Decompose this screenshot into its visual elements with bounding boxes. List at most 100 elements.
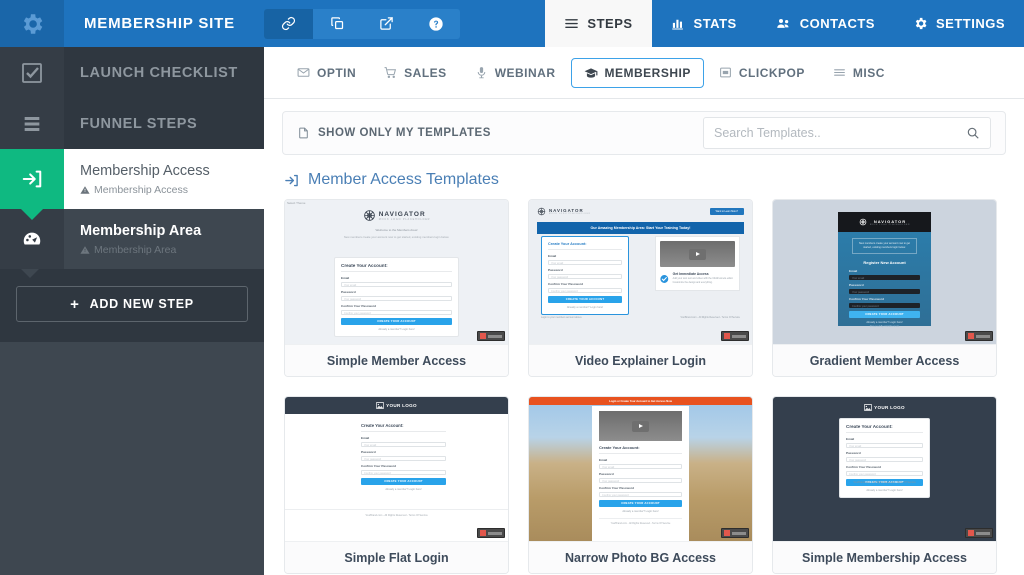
template-card-label: Simple Membership Access xyxy=(773,541,996,573)
thumb-submit-button: CREATE YOUR ACCOUNT xyxy=(361,478,446,485)
thumb-under-button: Already a member? Login here! xyxy=(378,327,415,331)
thumb-logo: NAVIGATOR xyxy=(873,218,907,224)
section-title-text: Member Access Templates xyxy=(308,171,499,188)
tab-misc[interactable]: MISC xyxy=(820,58,898,88)
thumb-field-label: Confirm Your Password xyxy=(846,465,881,469)
thumb-field-input: Your password xyxy=(361,455,446,461)
thumb-form-title: Create Your Account: xyxy=(361,423,446,432)
thumb-field-input: Confirm your password xyxy=(341,309,452,315)
check-circle-icon xyxy=(660,275,669,283)
thumb-field-input: Your password xyxy=(599,477,682,483)
thumb-submit-button: CREATE YOUR ACCOUNT xyxy=(599,500,682,507)
thumb-under-button-2: Powered By ClickFunnels xyxy=(869,324,900,328)
thumb-form-title: Create Your Account: xyxy=(599,441,682,454)
topnav-item-steps[interactable]: STEPS xyxy=(545,0,652,47)
thumb-subline: New members create your account now to g… xyxy=(343,234,450,239)
thumb-field-input: Your email xyxy=(361,441,446,447)
content-area: OPTIN SALES WEBINAR MEMBERSHIP CLICKPOP … xyxy=(264,47,1024,575)
thumb-feature-text: Add your own text and video with the Cli… xyxy=(672,277,734,284)
template-card-video-explainer-login[interactable]: NAVIGATOR MOCK LOGO PLACEHOLDER Want to … xyxy=(528,199,753,377)
template-thumbnail: NAVIGATOR MOCK LOGO PLACEHOLDER Want to … xyxy=(529,200,752,344)
template-card-label: Narrow Photo BG Access xyxy=(529,541,752,573)
thumb-field-input: Your email xyxy=(548,259,622,265)
sidebar-step-membership-access[interactable]: Membership Access Membership Access xyxy=(0,149,264,220)
sidebar-label-funnel-steps: FUNNEL STEPS xyxy=(80,115,198,132)
thumb-form-title: Create Your Account: xyxy=(341,263,452,272)
tab-webinar[interactable]: WEBINAR xyxy=(462,58,569,88)
help-circle-icon[interactable] xyxy=(411,9,460,39)
thumb-under-button: Already a member? Login here! xyxy=(566,305,604,309)
thumb-field-input: Your password xyxy=(548,273,622,279)
tab-label-clickpop: CLICKPOP xyxy=(738,65,805,80)
sign-in-arrow-icon xyxy=(285,174,298,186)
template-card-simple-membership-access[interactable]: YOUR LOGO Create Your Account: Email You… xyxy=(772,396,997,574)
thumb-field-label: Password xyxy=(548,268,563,272)
brand-gear-icon[interactable] xyxy=(0,0,64,47)
sidebar-step-subtitle: Membership Access xyxy=(94,183,188,196)
tab-optin[interactable]: OPTIN xyxy=(284,58,369,88)
sidebar-label-launch-checklist: LAUNCH CHECKLIST xyxy=(80,64,238,81)
thumb-footer: YourBrand.com - All Rights Reserved - Te… xyxy=(853,481,916,484)
topnav-item-contacts[interactable]: CONTACTS xyxy=(756,0,894,47)
tab-clickpop[interactable]: CLICKPOP xyxy=(706,58,818,88)
site-title: MEMBERSHIP SITE xyxy=(84,15,235,32)
tab-sales[interactable]: SALES xyxy=(371,58,460,88)
sign-in-arrow-icon xyxy=(0,149,64,209)
add-new-step-button[interactable]: + ADD NEW STEP xyxy=(16,286,248,322)
show-only-my-templates-toggle[interactable]: SHOW ONLY MY TEMPLATES xyxy=(297,126,491,140)
thumb-video-placeholder xyxy=(599,411,682,441)
search-input[interactable] xyxy=(714,126,966,140)
thumb-logo-sub: MOCK LOGO PLACEHOLDER xyxy=(869,223,911,226)
warning-triangle-icon xyxy=(80,246,90,254)
thumb-footer: YourBrand.com - All Rights Reserved - Te… xyxy=(285,509,508,517)
template-card-narrow-photo-bg-access[interactable]: Login or Create Your Account to Get Acce… xyxy=(528,396,753,574)
tab-label-webinar: WEBINAR xyxy=(494,65,556,80)
template-thumbnail: NAVIGATOR MOCK LOGO PLACEHOLDER New memb… xyxy=(773,200,996,344)
thumb-field-input: Your email xyxy=(341,281,452,287)
template-thumbnail: Login or Create Your Account to Get Acce… xyxy=(529,397,752,541)
filter-bar-wrapper: SHOW ONLY MY TEMPLATES xyxy=(264,99,1024,155)
navigator-logo-icon xyxy=(537,207,546,216)
thumb-form-title: Create Your Account: xyxy=(548,242,622,250)
search-templates-box[interactable] xyxy=(703,117,991,149)
search-icon[interactable] xyxy=(966,126,980,140)
sidebar: LAUNCH CHECKLIST FUNNEL STEPS Membership… xyxy=(0,0,264,575)
thumb-field-input: Your password xyxy=(849,288,920,294)
sidebar-step-title: Membership Access xyxy=(80,163,210,180)
tab-membership[interactable]: MEMBERSHIP xyxy=(570,57,704,88)
sidebar-item-funnel-steps[interactable]: FUNNEL STEPS xyxy=(0,98,264,149)
external-link-icon[interactable] xyxy=(362,9,411,39)
topnav-item-settings[interactable]: SETTINGS xyxy=(894,0,1024,47)
thumb-field-label: Password xyxy=(341,290,356,294)
link-icon[interactable] xyxy=(264,8,313,39)
thumb-field-label: Email xyxy=(341,276,350,280)
thumb-field-label: Email xyxy=(548,254,557,258)
navigator-logo-icon xyxy=(363,210,375,221)
template-thumbnail: Select Theme NAVIGATOR MOCK LOGO PLACEHO… xyxy=(285,200,508,344)
thumb-banner: Our Amazing Membership Area: Start Your … xyxy=(537,222,744,234)
tab-label-membership: MEMBERSHIP xyxy=(604,65,691,80)
template-card-simple-member-access[interactable]: Select Theme NAVIGATOR MOCK LOGO PLACEHO… xyxy=(284,199,509,377)
thumb-logo: YOUR LOGO xyxy=(386,403,417,408)
checkbox-check-icon xyxy=(0,47,64,98)
topnav-label-contacts: CONTACTS xyxy=(799,16,875,31)
thumb-under-button: Already a member? Login here! xyxy=(866,320,903,324)
thumb-footer: YourBrand.com - All Rights Reserved - Te… xyxy=(599,517,682,525)
template-card-simple-flat-login[interactable]: YOUR LOGO Create Your Account: Email You… xyxy=(284,396,509,574)
template-card-label: Simple Member Access xyxy=(285,344,508,376)
thumb-logo: YOUR LOGO xyxy=(874,405,905,410)
template-grid: Select Theme NAVIGATOR MOCK LOGO PLACEHO… xyxy=(264,199,1024,575)
template-card-gradient-member-access[interactable]: NAVIGATOR MOCK LOGO PLACEHOLDER New memb… xyxy=(772,199,997,377)
thumb-logo: NAVIGATOR xyxy=(378,210,426,218)
thumb-under-button: Already a member? Login here! xyxy=(622,509,659,513)
thumb-tagline: Welcome to the Members Area! xyxy=(375,228,418,232)
topnav-item-stats[interactable]: STATS xyxy=(652,0,756,47)
template-thumbnail: YOUR LOGO Create Your Account: Email You… xyxy=(773,397,996,541)
copy-icon[interactable] xyxy=(313,9,362,39)
warning-triangle-icon xyxy=(80,186,90,194)
sidebar-item-launch-checklist[interactable]: LAUNCH CHECKLIST xyxy=(0,47,264,98)
thumb-logo-row: YOUR LOGO xyxy=(864,404,905,411)
thumb-form-title: Register New Account xyxy=(863,260,906,265)
thumb-top-bar: Login or Create Your Account to Get Acce… xyxy=(529,397,752,405)
add-step-section: + ADD NEW STEP xyxy=(0,269,264,342)
